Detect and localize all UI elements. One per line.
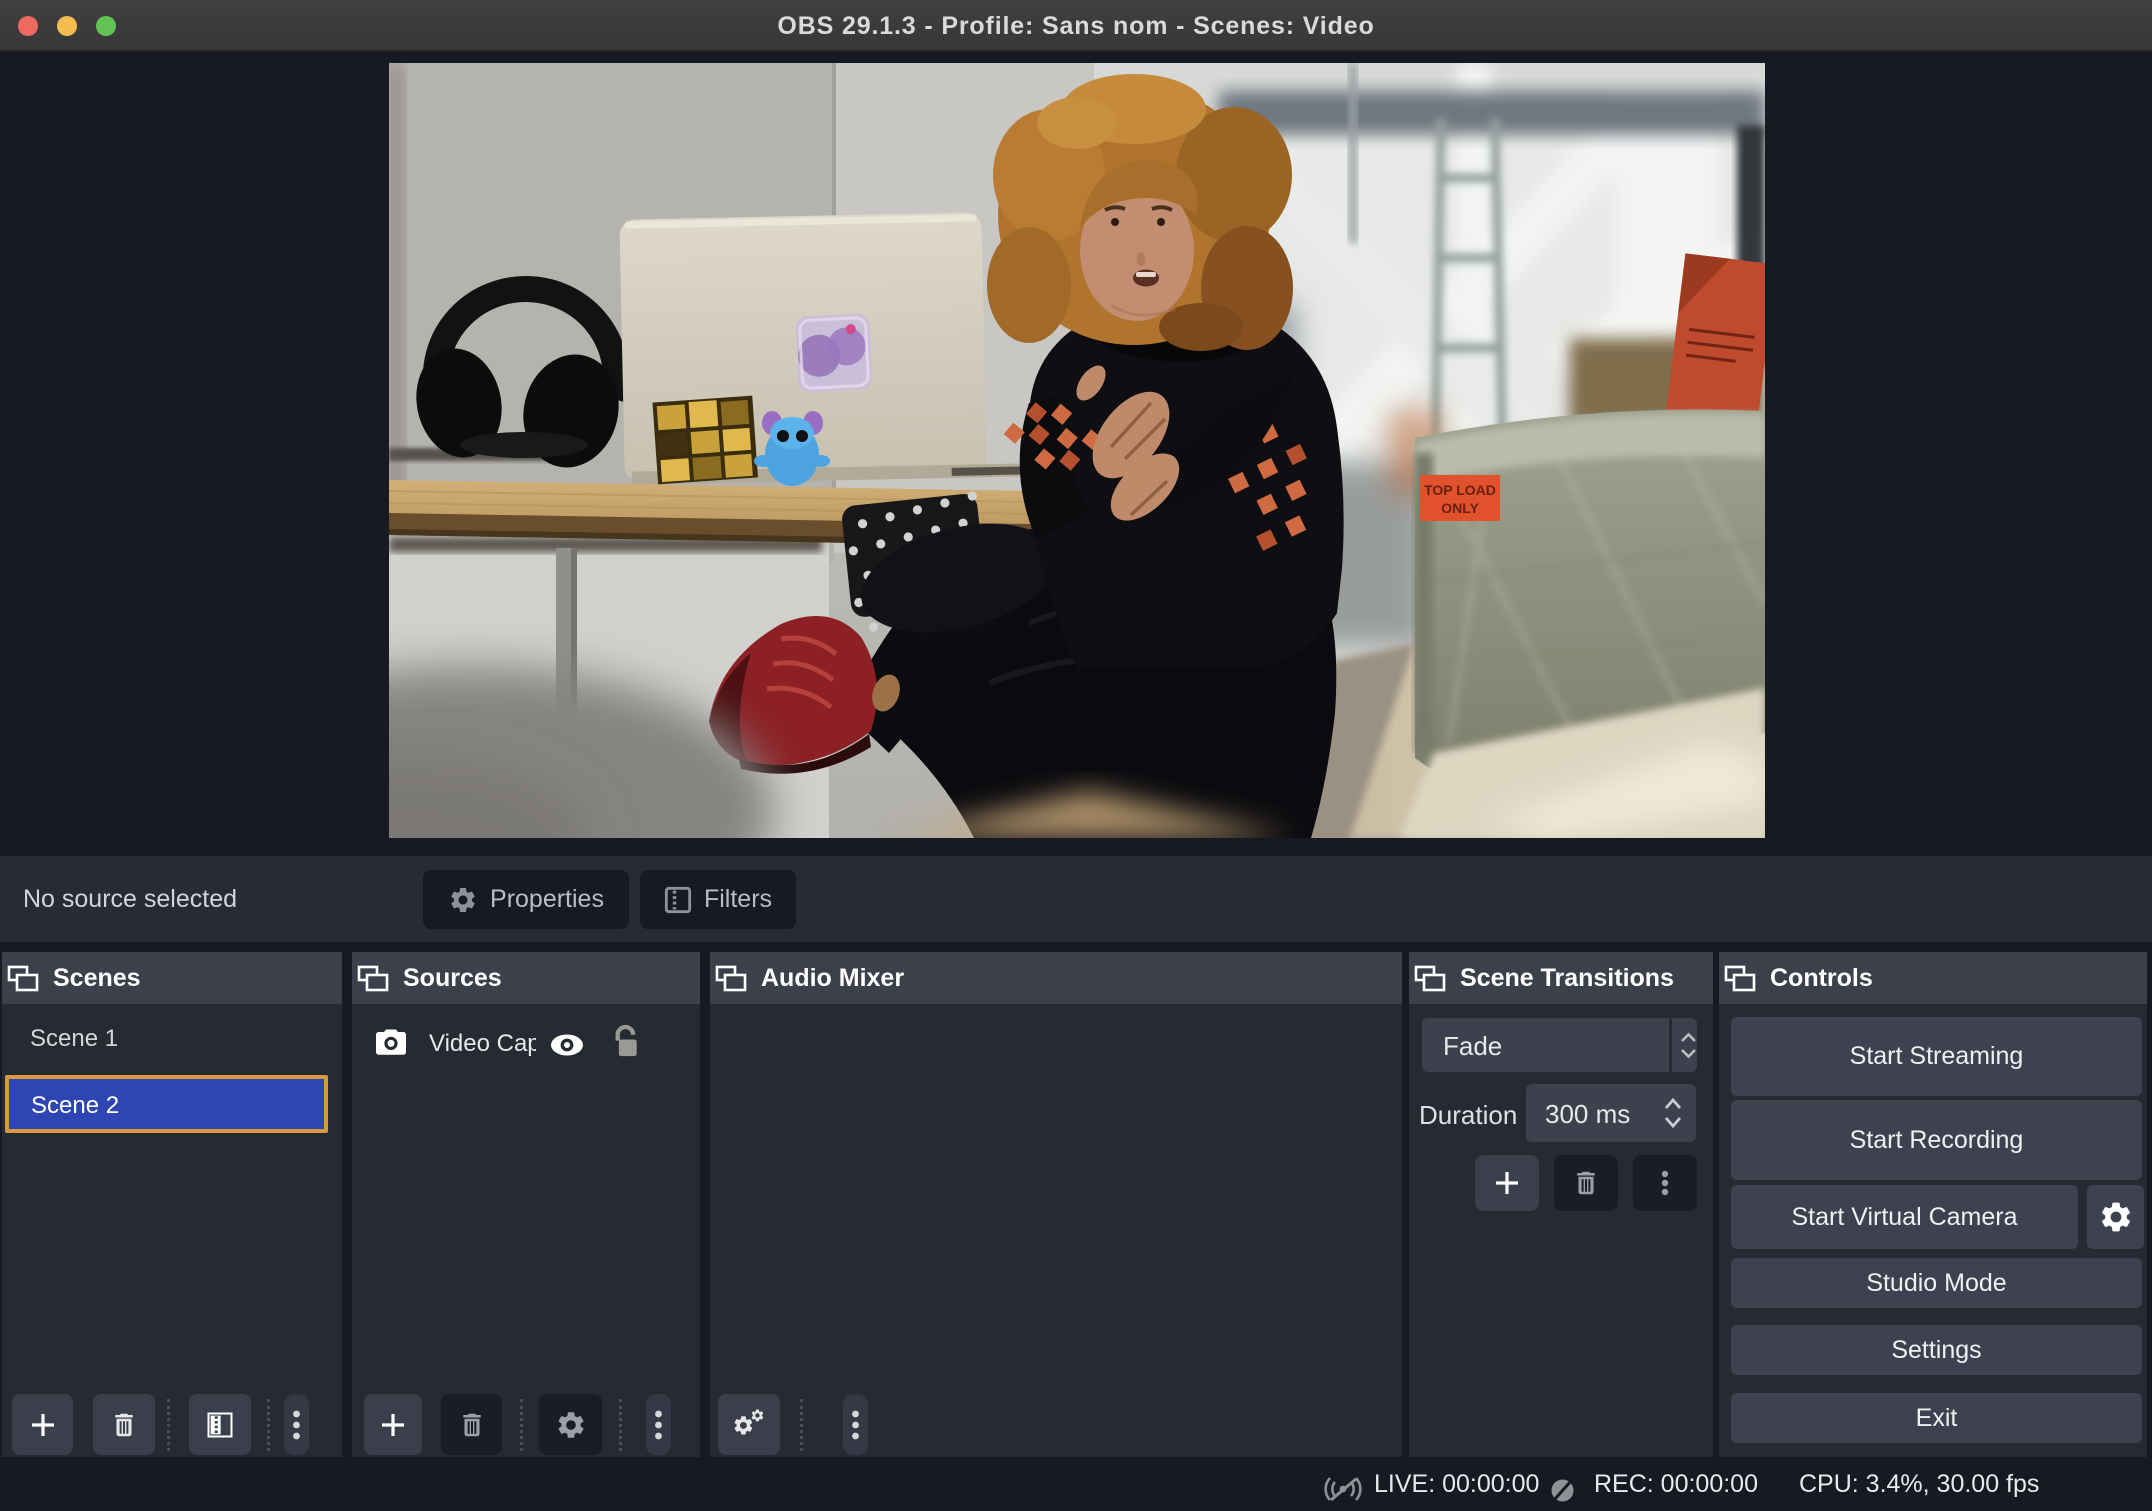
svg-text:ONLY: ONLY xyxy=(1441,500,1479,516)
svg-text:TOP LOAD: TOP LOAD xyxy=(1424,482,1496,498)
